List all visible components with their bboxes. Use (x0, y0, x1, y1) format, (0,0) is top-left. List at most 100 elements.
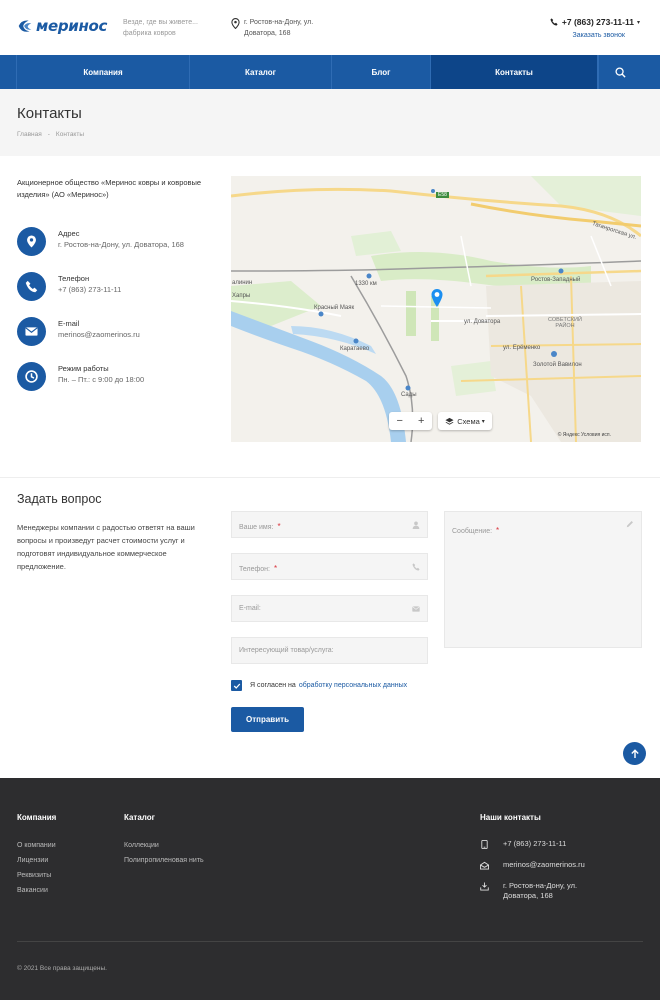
footer-contacts-heading: Наши контакты (480, 813, 541, 822)
contact-email-label: E-mail (58, 319, 80, 328)
map-type-label: Схема (457, 416, 480, 426)
footer-phone[interactable]: +7 (863) 273-11-11 (480, 839, 566, 849)
callback-link[interactable]: Заказать звонок (550, 32, 625, 39)
clock-icon (17, 362, 46, 391)
footer-divider (17, 941, 643, 942)
logo-mark-icon (18, 20, 32, 32)
contact-phone: Телефон +7 (863) 273-11-11 (17, 272, 121, 301)
email-field-placeholder: E-mail: (239, 605, 261, 612)
footer-link-polypropylene[interactable]: Полипропиленовая нить (124, 856, 204, 866)
contact-address-label: Адрес (58, 229, 80, 238)
zoom-out-button[interactable]: − (397, 415, 403, 427)
submit-button[interactable]: Отправить (231, 707, 304, 732)
required-mark: * (496, 526, 500, 535)
phone-field-placeholder: Телефон: (239, 565, 270, 573)
map-zoom-controls: − + (389, 412, 432, 430)
map-label-zolotoy-vavilon: Золотой Вавилон (533, 362, 582, 368)
message-field-placeholder: Сообщение: (452, 528, 493, 535)
footer-link-requisites[interactable]: Реквизиты (17, 871, 51, 881)
envelope-icon (17, 317, 46, 346)
footer-link-vacancies[interactable]: Вакансии (17, 886, 48, 896)
arrow-up-icon (630, 748, 639, 758)
location-pin-icon (231, 18, 240, 29)
consent-link[interactable]: обработку персональных данных (299, 682, 407, 689)
phone-field[interactable]: Телефон: * (231, 553, 428, 580)
contact-email-value[interactable]: merinos@zaomerinos.ru (58, 329, 140, 340)
map-label-e58: E58 (436, 192, 449, 198)
product-field-placeholder: Интересующий товар/услуга: (239, 647, 334, 654)
phone-icon (550, 18, 558, 26)
title-band: Контакты (0, 89, 660, 156)
map-marker-icon[interactable] (430, 288, 444, 308)
nav-item-blog[interactable]: Блог (332, 55, 431, 89)
footer-link-licenses[interactable]: Лицензии (17, 856, 48, 866)
map[interactable]: Таганрогская ул. Ростов-Западный 1330 км… (231, 176, 641, 442)
logo[interactable]: меринос (16, 17, 107, 35)
layers-icon (445, 417, 454, 425)
map-canvas[interactable] (231, 176, 641, 442)
page-title: Контакты (17, 105, 82, 122)
checkmark-icon (233, 683, 240, 689)
footer-address: г. Ростов-на-Дону, ул. Доватора, 168 (480, 881, 610, 901)
contact-phone-label: Телефон (58, 274, 90, 283)
logo-text: меринос (36, 17, 108, 35)
contact-phone-value[interactable]: +7 (863) 273-11-11 (58, 284, 121, 295)
map-label-krasny-mayak: Красный Маяк (314, 305, 355, 311)
footer-link-about[interactable]: О компании (17, 841, 56, 851)
required-mark: * (273, 563, 278, 573)
name-field-placeholder: Ваше имя: (239, 523, 274, 531)
form-description: Менеджеры компании с радостью ответят на… (17, 523, 195, 571)
name-field[interactable]: Ваше имя: * (231, 511, 428, 538)
product-field[interactable]: Интересующий товар/услуга: (231, 637, 428, 664)
main-nav: Компания Каталог Блог Контакты (0, 55, 660, 89)
footer-link-collections[interactable]: Коллекции (124, 841, 159, 851)
consent-checkbox[interactable] (231, 680, 242, 691)
header-phone[interactable]: +7 (863) 273-11-11 ▾ (550, 17, 640, 27)
header-address: г. Ростов-на-Дону, ул. Доватора, 168 (231, 17, 334, 39)
contact-email: E-mail merinos@zaomerinos.ru (17, 317, 140, 346)
footer-company-heading: Компания (17, 813, 57, 822)
map-type-selector[interactable]: Схема ▾ (438, 412, 492, 430)
map-label-malinin: алинин (232, 280, 253, 286)
phone-icon (412, 562, 420, 571)
breadcrumb-home[interactable]: Главная (17, 131, 42, 138)
map-copyright[interactable]: © Яндекс Условия исп. (558, 432, 611, 438)
header-phone-block: +7 (863) 273-11-11 ▾ Заказать звонок (550, 17, 640, 39)
nav-item-contacts[interactable]: Контакты (431, 55, 598, 89)
envelope-icon (412, 605, 420, 612)
nav-item-catalog[interactable]: Каталог (190, 55, 332, 89)
header-slogan: Везде, где вы живете... фабрика ковров (123, 19, 198, 37)
search-icon (615, 66, 626, 78)
map-label-eremenko: ул. Ерёменко (503, 345, 541, 351)
required-mark: * (277, 521, 281, 531)
message-field[interactable]: Сообщение: * (444, 511, 642, 648)
map-label-sady: Сады (401, 392, 417, 398)
contact-hours: Режим работы Пн. – Пт.: с 9:00 до 18:00 (17, 362, 144, 391)
header-address-text: г. Ростов-на-Дону, ул. Доватора, 168 (244, 19, 314, 37)
location-pin-icon (17, 227, 46, 256)
email-field[interactable]: E-mail: (231, 595, 428, 622)
phone-icon (17, 272, 46, 301)
user-icon (412, 521, 420, 529)
chevron-down-icon: ▾ (481, 418, 485, 425)
footer-phone-text: +7 (863) 273-11-11 (503, 839, 567, 848)
search-button[interactable] (598, 55, 642, 89)
consent-row: Я согласен на обработку персональных дан… (231, 680, 407, 691)
mobile-phone-icon (481, 840, 488, 849)
company-name: Акционерное общество «Меринос ковры и ко… (17, 178, 202, 199)
map-label-khapry: Хапры (232, 293, 251, 299)
header-phone-number: +7 (863) 273-11-11 (561, 17, 634, 27)
contact-hours-label: Режим работы (58, 364, 109, 373)
chevron-down-icon[interactable]: ▾ (637, 19, 640, 26)
zoom-in-button[interactable]: + (418, 415, 424, 427)
site-header: меринос Везде, где вы живете... фабрика … (0, 0, 660, 55)
form-title: Задать вопрос (17, 492, 102, 506)
contact-address-value: г. Ростов-на-Дону, ул. Доватора, 168 (58, 240, 184, 249)
breadcrumb-separator: - (47, 131, 50, 138)
map-label-dovatora: ул. Доватора (464, 319, 501, 325)
consent-text: Я согласен на (250, 682, 296, 689)
scroll-top-button[interactable] (623, 742, 646, 765)
footer-email[interactable]: merinos@zaomerinos.ru (480, 860, 585, 870)
nav-item-company[interactable]: Компания (16, 55, 190, 89)
section-divider (0, 477, 660, 478)
